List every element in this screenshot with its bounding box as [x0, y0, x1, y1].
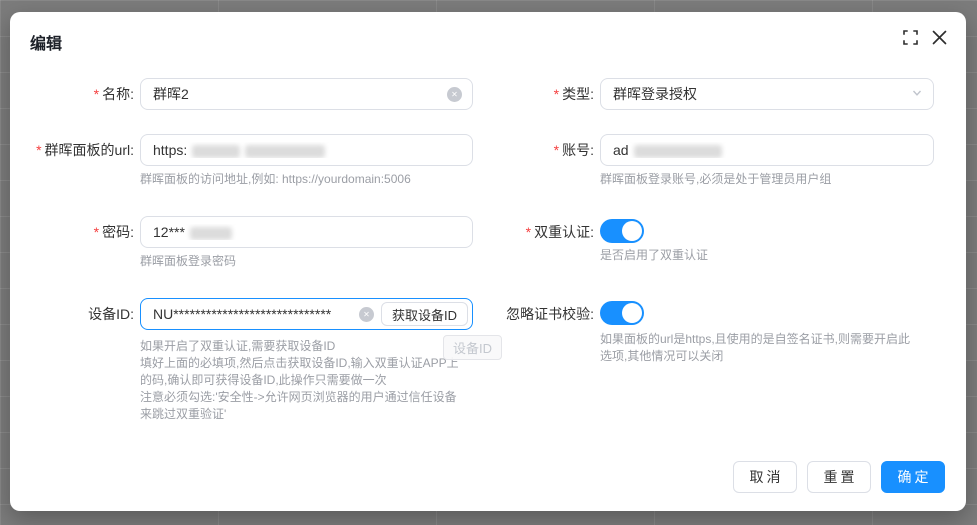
type-select[interactable]: 群晖登录授权: [600, 78, 934, 110]
form-item-name: *名称: 群晖2 ✕: [20, 78, 473, 110]
url-help-text: 群晖面板的访问地址,例如: https://yourdomain:5006: [140, 171, 473, 188]
device-id-drag-tooltip: 设备ID: [443, 335, 502, 360]
required-asterisk: *: [36, 142, 41, 158]
type-label: *类型:: [480, 78, 600, 110]
required-asterisk: *: [554, 142, 559, 158]
account-input[interactable]: ad: [600, 134, 934, 166]
close-icon[interactable]: [931, 29, 948, 46]
name-input-value: 群晖2: [153, 84, 447, 104]
ignore-cert-help-line: 如果面板的url是https,且使用的是自签名证书,则需要开启此: [600, 331, 910, 348]
clear-icon[interactable]: ✕: [359, 307, 374, 322]
required-asterisk: *: [94, 224, 99, 240]
form-item-password: *密码: 12*** 群晖面板登录密码: [20, 216, 473, 270]
url-label: *群晖面板的url:: [20, 134, 140, 166]
form-item-ignore-cert: 忽略证书校验: 如果面板的url是https,且使用的是自签名证书,则需要开启此…: [480, 298, 910, 365]
device-id-help-line: 的码,确认即可获得设备ID,此操作只需要做一次: [140, 372, 473, 389]
type-select-value: 群晖登录授权: [613, 84, 905, 104]
password-label: *密码:: [20, 216, 140, 248]
confirm-button[interactable]: 确定: [881, 461, 945, 493]
redacted-blur: [192, 145, 240, 158]
twofa-label: *双重认证:: [480, 216, 600, 248]
edit-dialog: 编辑 *名称: 群晖2 ✕ *类型: 群晖登录授权: [10, 12, 966, 511]
dialog-header-icons: [903, 29, 948, 46]
cancel-button[interactable]: 取消: [733, 461, 797, 493]
chevron-down-icon: [911, 86, 923, 102]
ignore-cert-toggle[interactable]: [600, 301, 644, 325]
form-item-account: *账号: ad 群晖面板登录账号,必须是处于管理员用户组: [480, 134, 934, 188]
reset-button[interactable]: 重置: [807, 461, 871, 493]
url-input-value: https:: [153, 142, 462, 158]
account-input-value: ad: [613, 142, 923, 158]
url-input[interactable]: https:: [140, 134, 473, 166]
ignore-cert-label: 忽略证书校验:: [480, 298, 600, 330]
fullscreen-icon[interactable]: [903, 30, 918, 45]
form-item-device-id: 设备ID: NU***************************** ✕ …: [20, 298, 473, 423]
twofa-toggle[interactable]: [600, 219, 644, 243]
redacted-blur: [190, 227, 232, 240]
toggle-knob: [622, 303, 642, 323]
password-input[interactable]: 12***: [140, 216, 473, 248]
dialog-footer: 取消 重置 确定: [733, 461, 945, 493]
ignore-cert-help-text: 如果面板的url是https,且使用的是自签名证书,则需要开启此 选项,其他情况…: [600, 331, 910, 365]
device-id-help-line: 注意必须勾选:'安全性->允许网页浏览器的用户通过信任设备: [140, 389, 473, 406]
toggle-knob: [622, 221, 642, 241]
device-id-input[interactable]: NU***************************** ✕ 获取设备ID: [140, 298, 473, 330]
twofa-help-text: 是否启用了双重认证: [600, 247, 708, 264]
password-help-text: 群晖面板登录密码: [140, 253, 473, 270]
redacted-blur: [245, 145, 325, 158]
name-input[interactable]: 群晖2 ✕: [140, 78, 473, 110]
password-input-value: 12***: [153, 224, 462, 240]
name-label: *名称:: [20, 78, 140, 110]
form-item-type: *类型: 群晖登录授权: [480, 78, 934, 110]
device-id-help-text: 如果开启了双重认证,需要获取设备ID 填好上面的必填项,然后点击获取设备ID,输…: [140, 338, 473, 423]
device-id-help-line: 如果开启了双重认证,需要获取设备ID: [140, 338, 473, 355]
form-item-twofa: *双重认证: 是否启用了双重认证: [480, 216, 708, 264]
form-item-url: *群晖面板的url: https: 群晖面板的访问地址,例如: https://…: [20, 134, 473, 188]
redacted-blur: [634, 145, 722, 158]
ignore-cert-help-line: 选项,其他情况可以关闭: [600, 348, 910, 365]
required-asterisk: *: [526, 224, 531, 240]
get-device-id-button[interactable]: 获取设备ID: [381, 302, 468, 326]
required-asterisk: *: [554, 86, 559, 102]
account-help-text: 群晖面板登录账号,必须是处于管理员用户组: [600, 171, 934, 188]
clear-icon[interactable]: ✕: [447, 87, 462, 102]
account-label: *账号:: [480, 134, 600, 166]
device-id-help-line: 填好上面的必填项,然后点击获取设备ID,输入双重认证APP上: [140, 355, 473, 372]
dialog-title: 编辑: [30, 30, 62, 54]
device-id-label: 设备ID:: [20, 298, 140, 330]
required-asterisk: *: [94, 86, 99, 102]
device-id-input-value: NU*****************************: [153, 306, 359, 322]
device-id-help-line: 来跳过双重验证': [140, 406, 473, 423]
